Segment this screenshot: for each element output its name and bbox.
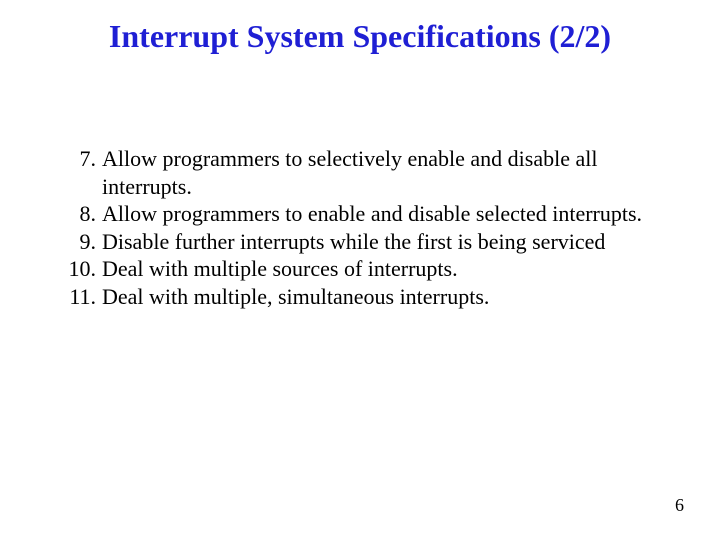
item-number: 10. (56, 255, 102, 283)
list-item: 7. Allow programmers to selectively enab… (56, 145, 660, 200)
slide: Interrupt System Specifications (2/2) 7.… (0, 0, 720, 540)
item-text: Deal with multiple sources of interrupts… (102, 255, 660, 283)
page-number: 6 (675, 495, 684, 516)
slide-title: Interrupt System Specifications (2/2) (0, 18, 720, 55)
list-item: 11. Deal with multiple, simultaneous int… (56, 283, 660, 311)
item-number: 11. (56, 283, 102, 311)
item-number: 8. (56, 200, 102, 228)
item-text: Allow programmers to enable and disable … (102, 200, 660, 228)
item-text: Deal with multiple, simultaneous interru… (102, 283, 660, 311)
list-item: 9. Disable further interrupts while the … (56, 228, 660, 256)
item-text: Allow programmers to selectively enable … (102, 145, 660, 200)
list-item: 8. Allow programmers to enable and disab… (56, 200, 660, 228)
list-item: 10. Deal with multiple sources of interr… (56, 255, 660, 283)
slide-body: 7. Allow programmers to selectively enab… (56, 145, 660, 310)
item-text: Disable further interrupts while the fir… (102, 228, 660, 256)
item-number: 9. (56, 228, 102, 256)
item-number: 7. (56, 145, 102, 173)
